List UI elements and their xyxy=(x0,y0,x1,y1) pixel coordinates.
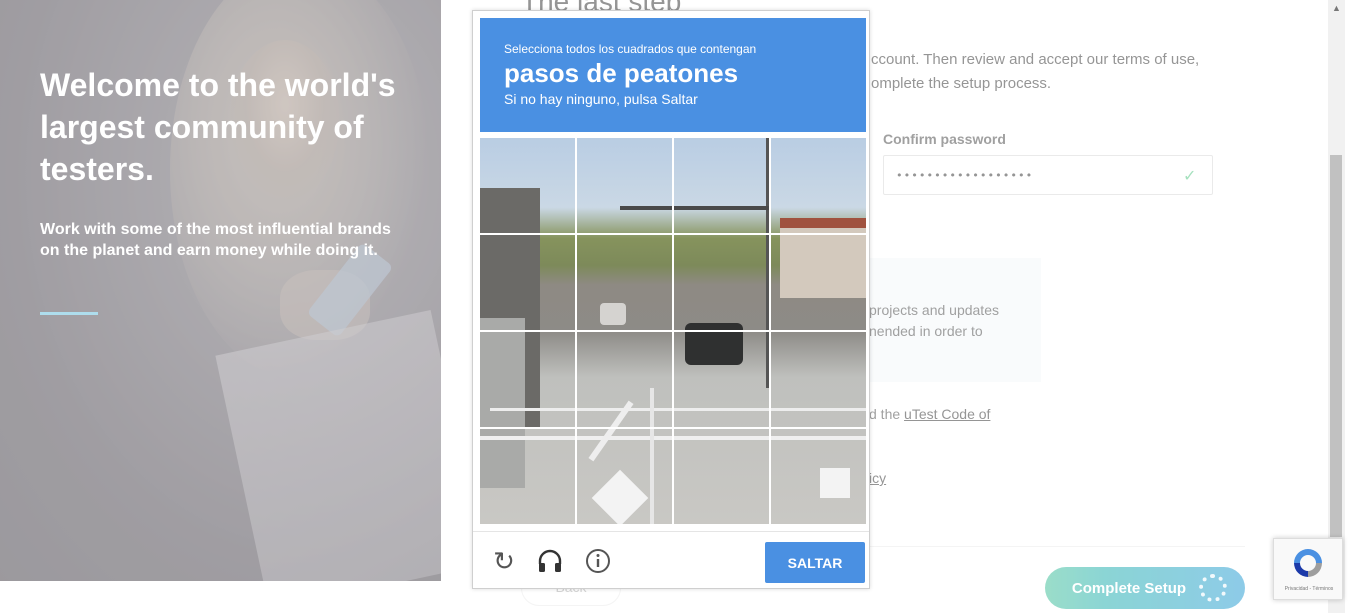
hero-title: Welcome to the world's largest community… xyxy=(40,67,396,187)
grid-line xyxy=(480,427,866,429)
captcha-tile[interactable] xyxy=(577,138,674,235)
captcha-tile[interactable] xyxy=(577,235,674,332)
captcha-tile[interactable] xyxy=(770,428,867,525)
skip-button[interactable]: SALTAR xyxy=(765,542,865,583)
privacy-policy-link[interactable]: icy xyxy=(869,470,886,486)
scrollbar-thumb[interactable] xyxy=(1330,155,1342,537)
captcha-tile[interactable] xyxy=(480,138,577,235)
captcha-tile[interactable] xyxy=(770,138,867,235)
confirm-password-label: Confirm password xyxy=(883,131,1006,147)
terms-text: d the uTest Code of xyxy=(869,406,990,422)
loading-spinner-icon xyxy=(1199,574,1227,602)
captcha-tile[interactable] xyxy=(673,428,770,525)
confirm-password-field[interactable]: •••••••••••••••••• xyxy=(883,155,1213,195)
terms-prefix: d the xyxy=(869,406,905,422)
captcha-tile[interactable] xyxy=(673,331,770,428)
captcha-footer: ↻ SALTAR xyxy=(473,531,869,590)
info-icon[interactable] xyxy=(585,548,611,574)
captcha-header: Selecciona todos los cuadrados que conte… xyxy=(480,18,866,132)
captcha-target: pasos de peatones xyxy=(504,58,739,88)
captcha-tile[interactable] xyxy=(577,331,674,428)
recaptcha-badge[interactable]: Privacidad - Términos xyxy=(1273,538,1343,600)
captcha-tile[interactable] xyxy=(770,235,867,332)
info-text: projects and updates nended in order to xyxy=(869,302,999,339)
code-of-conduct-link[interactable]: uTest Code of xyxy=(904,406,990,422)
captcha-instruction: Selecciona todos los cuadrados que conte… xyxy=(504,42,757,56)
intro-text: ccount. Then review and accept our terms… xyxy=(871,51,1200,92)
recaptcha-logo-icon xyxy=(1294,549,1322,577)
captcha-tile[interactable] xyxy=(673,235,770,332)
headphones-icon[interactable] xyxy=(537,548,563,574)
captcha-tile[interactable] xyxy=(480,428,577,525)
grid-line xyxy=(480,330,866,332)
captcha-hint: Si no hay ninguno, pulsa Saltar xyxy=(504,91,698,107)
hero-subtitle: Work with some of the most influential b… xyxy=(40,221,391,259)
captcha-tile[interactable] xyxy=(770,331,867,428)
captcha-tile[interactable] xyxy=(480,235,577,332)
badge-text: Privacidad - Términos xyxy=(1284,586,1334,592)
hero-panel: Welcome to the world's largest community… xyxy=(0,0,441,581)
check-icon: ✓ xyxy=(1183,168,1197,185)
captcha-tile[interactable] xyxy=(673,138,770,235)
captcha-dialog: Selecciona todos los cuadrados que conte… xyxy=(472,10,870,589)
reload-icon[interactable]: ↻ xyxy=(491,546,517,576)
captcha-image-grid xyxy=(480,138,866,524)
hero-divider xyxy=(40,312,98,315)
grid-line xyxy=(480,233,866,235)
captcha-tile[interactable] xyxy=(577,428,674,525)
captcha-tile[interactable] xyxy=(480,331,577,428)
scroll-up-icon[interactable]: ▲ xyxy=(1328,0,1345,17)
